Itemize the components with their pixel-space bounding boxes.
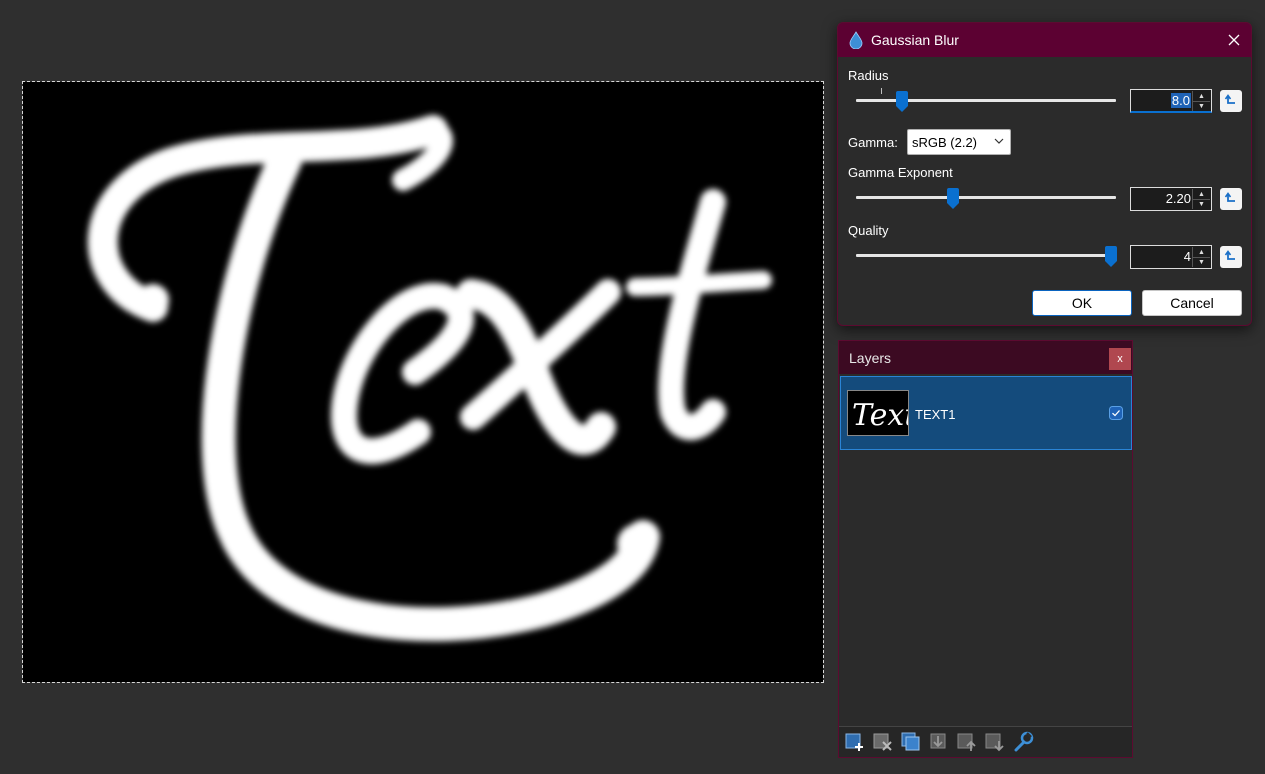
undo-icon (1224, 94, 1235, 104)
dialog-title: Gaussian Blur (871, 32, 959, 48)
radius-value[interactable]: 8.0 (1170, 93, 1191, 108)
slider-track (856, 254, 1116, 257)
delete-layer-icon[interactable] (872, 731, 894, 753)
dialog-titlebar[interactable]: Gaussian Blur (838, 23, 1251, 57)
blurred-text-artwork (87, 115, 772, 642)
thumbnail-text: Text (852, 398, 908, 433)
visibility-checkbox-icon[interactable] (1109, 406, 1123, 420)
radius-slider-thumb[interactable] (895, 91, 909, 113)
gamma-dropdown[interactable]: sRGB (2.2) (907, 129, 1011, 155)
layers-titlebar[interactable]: Layers x (839, 341, 1132, 374)
layers-close-button[interactable]: x (1109, 348, 1131, 370)
move-layer-down-icon[interactable] (984, 731, 1006, 753)
gamma-selected-value: sRGB (2.2) (912, 135, 978, 150)
quality-spinner: ▲ ▼ (1192, 247, 1210, 267)
radius-label: Radius (848, 68, 889, 83)
layers-panel: Layers x Text TEXT1 (838, 340, 1133, 758)
quality-reset-button[interactable] (1220, 246, 1242, 268)
undo-icon (1224, 250, 1235, 260)
layers-toolbar (839, 726, 1132, 757)
gamma-exponent-value[interactable]: 2.20 (1166, 191, 1191, 206)
gamma-exponent-label: Gamma Exponent (848, 165, 953, 180)
radius-reset-button[interactable] (1220, 90, 1242, 112)
layer-item[interactable]: Text TEXT1 (840, 376, 1132, 450)
gaussian-blur-dialog: Gaussian Blur Radius 8.0 ▲ ▼ Gamma: sRGB… (837, 22, 1252, 326)
radius-spinner: ▲ ▼ (1192, 91, 1210, 111)
gamma-exponent-reset-button[interactable] (1220, 188, 1242, 210)
merge-layer-down-icon[interactable] (928, 731, 950, 753)
gamma-exponent-input[interactable]: 2.20 ▲ ▼ (1130, 187, 1212, 211)
slider-track (856, 196, 1116, 199)
layer-name: TEXT1 (915, 407, 956, 422)
undo-icon (1224, 192, 1235, 202)
close-button[interactable] (1217, 23, 1251, 57)
quality-slider[interactable] (856, 246, 1118, 268)
gamma-exponent-decrement-button[interactable]: ▼ (1193, 199, 1210, 209)
radius-decrement-button[interactable]: ▼ (1193, 101, 1210, 111)
gamma-label: Gamma: (848, 135, 898, 150)
quality-decrement-button[interactable]: ▼ (1193, 257, 1210, 267)
gamma-exponent-slider-thumb[interactable] (946, 188, 960, 210)
layer-thumbnail: Text (847, 390, 917, 436)
radius-input[interactable]: 8.0 ▲ ▼ (1130, 89, 1212, 113)
gamma-exponent-slider[interactable] (856, 188, 1116, 210)
add-layer-icon[interactable] (844, 731, 866, 753)
image-canvas[interactable] (22, 81, 824, 683)
layers-title: Layers (849, 350, 892, 366)
quality-input[interactable]: 4 ▲ ▼ (1130, 245, 1212, 269)
close-icon (1228, 34, 1240, 46)
layer-thumbnail-image: Text (852, 398, 917, 433)
quality-slider-thumb[interactable] (1104, 246, 1118, 268)
radius-slider[interactable] (856, 88, 1116, 113)
cancel-button[interactable]: Cancel (1142, 290, 1242, 316)
gamma-exponent-spinner: ▲ ▼ (1192, 189, 1210, 209)
chevron-down-icon (994, 138, 1004, 144)
slider-tick (881, 88, 882, 94)
move-layer-up-icon[interactable] (956, 731, 978, 753)
layer-properties-icon[interactable] (1012, 731, 1034, 753)
duplicate-layer-icon[interactable] (900, 731, 922, 753)
quality-value[interactable]: 4 (1184, 249, 1191, 264)
ok-button[interactable]: OK (1032, 290, 1132, 316)
quality-label: Quality (848, 223, 889, 238)
droplet-icon (849, 31, 863, 49)
